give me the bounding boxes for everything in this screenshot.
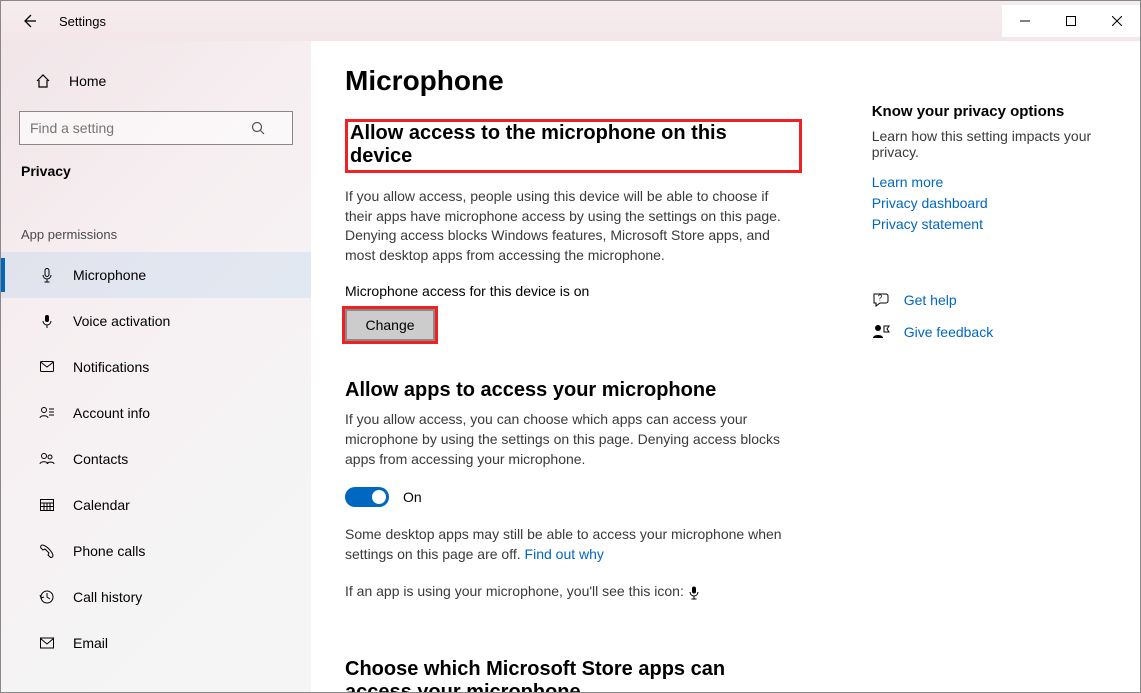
apps-access-toggle[interactable]: [345, 487, 389, 507]
maximize-icon: [1066, 16, 1076, 26]
minimize-icon: [1020, 16, 1030, 26]
feedback-row: Give feedback: [872, 323, 1110, 341]
give-feedback-link[interactable]: Give feedback: [904, 324, 994, 340]
sidebar-item-email[interactable]: Email: [1, 620, 311, 666]
mic-in-use-line: If an app is using your microphone, you'…: [345, 582, 785, 602]
feedback-icon: [872, 323, 892, 341]
privacy-dashboard-link[interactable]: Privacy dashboard: [872, 193, 1110, 214]
sidebar-item-label: Contacts: [73, 451, 128, 467]
sidebar-item-notifications[interactable]: Notifications: [1, 344, 311, 390]
minimize-button[interactable]: [1002, 5, 1048, 37]
account-info-icon: [37, 405, 57, 421]
contacts-icon: [37, 451, 57, 467]
nav-list: Microphone Voice activation Notification…: [1, 252, 311, 692]
get-help-link[interactable]: Get help: [904, 292, 957, 308]
window-title: Settings: [59, 14, 106, 29]
icon-line-text: If an app is using your microphone, you'…: [345, 583, 684, 599]
section3-heading: Choose which Microsoft Store apps can ac…: [345, 658, 765, 692]
close-button[interactable]: [1094, 5, 1140, 37]
sidebar-item-label: Calendar: [73, 497, 130, 513]
body: Home Privacy App permissions Microphone …: [1, 41, 1140, 692]
get-help-row: ? Get help: [872, 291, 1110, 309]
change-button[interactable]: Change: [345, 309, 435, 341]
sidebar-item-microphone[interactable]: Microphone: [1, 252, 311, 298]
sidebar-item-label: Microphone: [73, 267, 146, 283]
home-nav[interactable]: Home: [1, 61, 311, 101]
section1-desc: If you allow access, people using this d…: [345, 187, 785, 265]
sidebar-item-voice-activation[interactable]: Voice activation: [1, 298, 311, 344]
mic-access-status: Microphone access for this device is on: [345, 283, 802, 299]
sidebar-item-label: Phone calls: [73, 543, 145, 559]
window-controls: [1002, 5, 1140, 37]
close-icon: [1112, 16, 1122, 26]
home-icon: [35, 73, 55, 89]
page-title: Microphone: [345, 65, 802, 97]
find-out-why-link[interactable]: Find out why: [525, 546, 604, 562]
sidebar-item-label: Voice activation: [73, 313, 170, 329]
group-label: App permissions: [1, 199, 311, 252]
svg-text:?: ?: [877, 294, 882, 303]
sidebar-item-label: Email: [73, 635, 108, 651]
microphone-icon: [37, 267, 57, 283]
section1-heading: Allow access to the microphone on this d…: [345, 119, 802, 173]
sidebar-item-label: Call history: [73, 589, 142, 605]
sidebar-item-phone-calls[interactable]: Phone calls: [1, 528, 311, 574]
voice-activation-icon: [37, 313, 57, 329]
center-column: Microphone Allow access to the microphon…: [345, 65, 802, 692]
arrow-left-icon: [21, 13, 37, 29]
phone-icon: [37, 543, 57, 559]
toggle-state-label: On: [403, 489, 422, 505]
privacy-options-heading: Know your privacy options: [872, 103, 1110, 120]
sidebar-item-account-info[interactable]: Account info: [1, 390, 311, 436]
sidebar-item-label: Notifications: [73, 359, 149, 375]
section-title: Privacy: [1, 159, 311, 199]
search-wrap: [19, 111, 293, 145]
section2-heading: Allow apps to access your microphone: [345, 379, 802, 402]
right-column: Know your privacy options Learn how this…: [872, 65, 1110, 692]
privacy-statement-link[interactable]: Privacy statement: [872, 214, 1110, 235]
home-label: Home: [69, 73, 106, 89]
sidebar-item-label: Account info: [73, 405, 150, 421]
help-icon: ?: [872, 291, 892, 309]
main-panel: Microphone Allow access to the microphon…: [311, 41, 1140, 692]
back-button[interactable]: [17, 9, 41, 33]
history-icon: [37, 589, 57, 605]
email-icon: [37, 635, 57, 651]
maximize-button[interactable]: [1048, 5, 1094, 37]
section2-desc: If you allow access, you can choose whic…: [345, 410, 785, 469]
apps-access-toggle-row: On: [345, 487, 802, 507]
privacy-links: Learn more Privacy dashboard Privacy sta…: [872, 172, 1110, 235]
sidebar: Home Privacy App permissions Microphone …: [1, 41, 311, 692]
settings-window: Settings Home Privacy App permissio: [0, 0, 1141, 693]
microphone-inuse-icon: [688, 583, 700, 599]
calendar-icon: [37, 497, 57, 513]
privacy-options-desc: Learn how this setting impacts your priv…: [872, 128, 1110, 160]
sidebar-item-contacts[interactable]: Contacts: [1, 436, 311, 482]
sidebar-item-calendar[interactable]: Calendar: [1, 482, 311, 528]
notifications-icon: [37, 359, 57, 375]
titlebar: Settings: [1, 1, 1140, 41]
search-input[interactable]: [19, 111, 293, 145]
desktop-apps-note: Some desktop apps may still be able to a…: [345, 525, 785, 564]
learn-more-link[interactable]: Learn more: [872, 172, 1110, 193]
sidebar-item-call-history[interactable]: Call history: [1, 574, 311, 620]
